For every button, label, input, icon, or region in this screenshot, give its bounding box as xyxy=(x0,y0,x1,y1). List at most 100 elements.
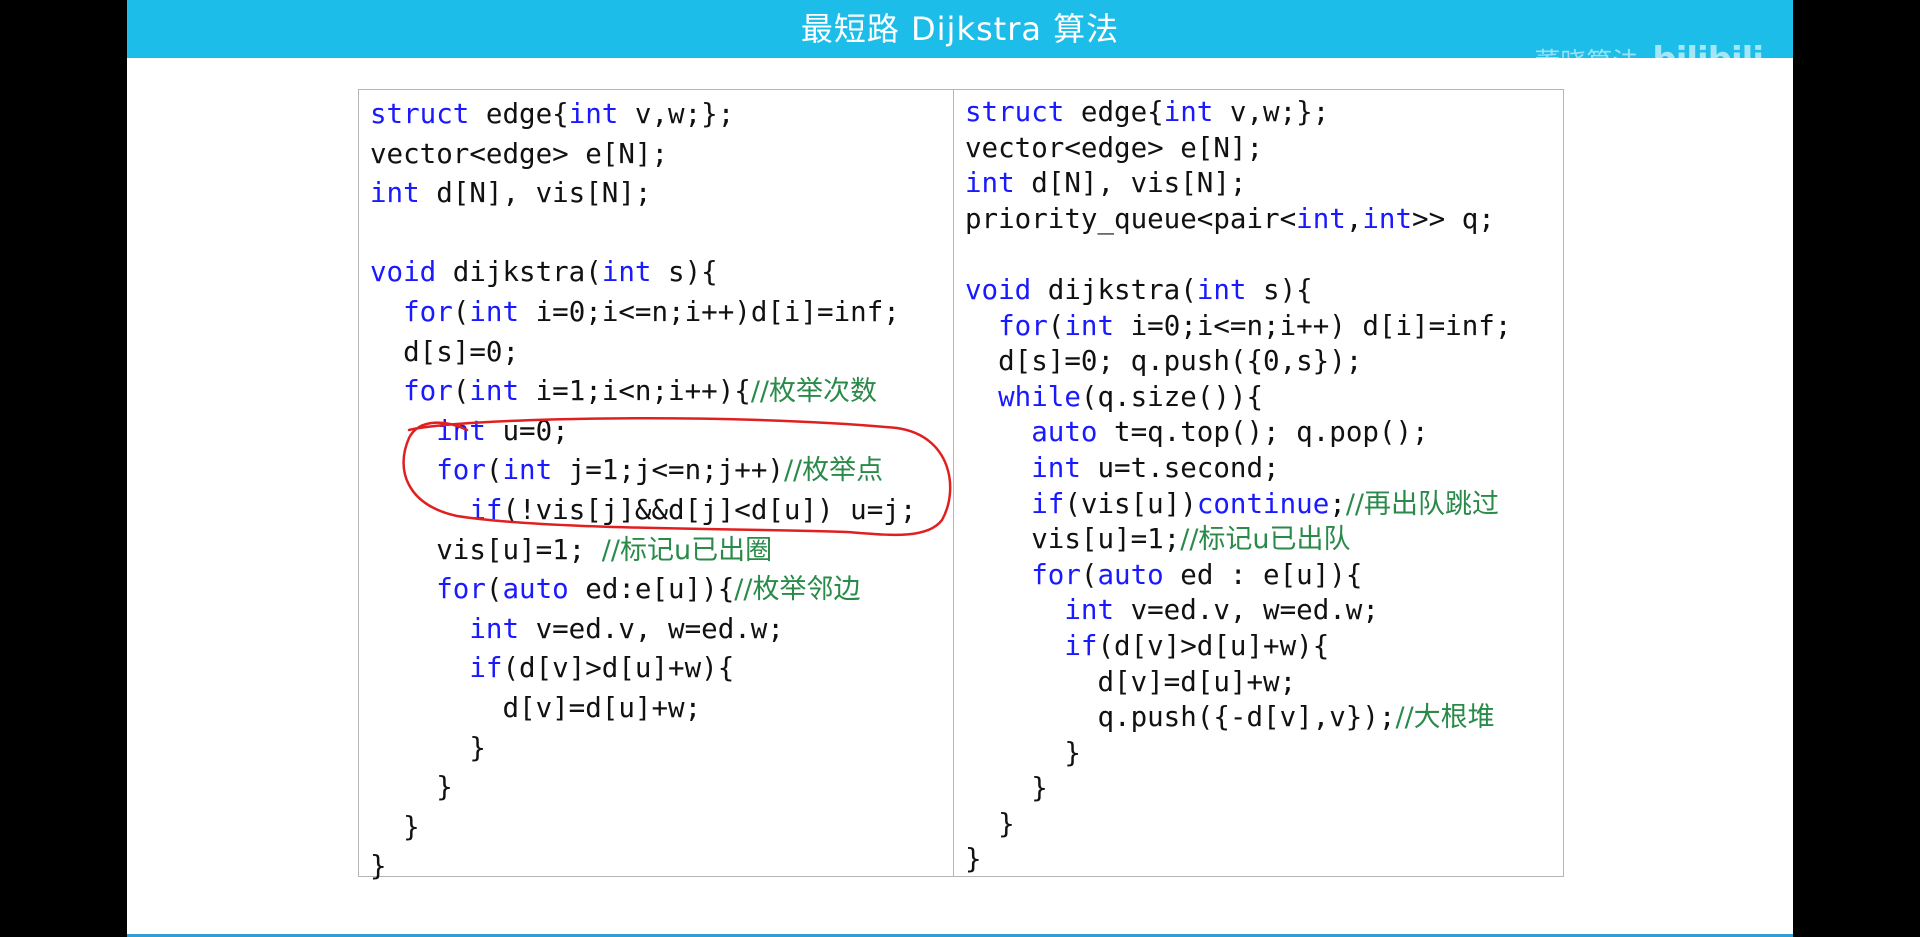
code-text: ed:e[u]){ xyxy=(568,573,735,606)
keyword: int xyxy=(436,414,486,447)
code-text: priority_queue<pair< xyxy=(965,202,1297,235)
code-text: >> q; xyxy=(1412,202,1495,235)
code-line: if(d[v]>d[u]+w){ xyxy=(370,649,916,689)
code-text: u=0; xyxy=(485,414,569,447)
code-text: } xyxy=(370,771,453,804)
code-line: d[v]=d[u]+w; xyxy=(965,665,1511,701)
code-text: ( xyxy=(452,295,470,328)
code-line: void dijkstra(int s){ xyxy=(965,273,1511,309)
keyword: int xyxy=(469,295,520,328)
code-text: } xyxy=(965,772,1048,805)
code-text: dijkstra( xyxy=(1031,273,1197,306)
code-text: (d[v]>d[u]+w){ xyxy=(502,652,735,685)
code-text: vis[u]=1; xyxy=(370,533,602,566)
code-line: } xyxy=(965,771,1511,807)
code-text: ; xyxy=(1329,487,1346,520)
code-text: s){ xyxy=(1246,273,1313,306)
keyword: struct xyxy=(370,98,470,130)
code-line: q.push({-d[v],v});//大根堆 xyxy=(965,700,1511,736)
keyword: if xyxy=(1031,487,1065,520)
code-text: edge{ xyxy=(469,98,569,130)
code-line: int v=ed.v, w=ed.w; xyxy=(965,593,1511,629)
code-text: j=1;j<=n;j++) xyxy=(552,454,784,487)
code-text: i=1;i<n;i++){ xyxy=(519,375,751,408)
code-line: int v=ed.v, w=ed.w; xyxy=(370,610,916,650)
code-line: for(auto ed:e[u]){//枚举邻边 xyxy=(370,570,916,610)
keyword: auto xyxy=(1031,416,1098,449)
code-line: } xyxy=(965,807,1511,843)
code-line: while(q.size()){ xyxy=(965,380,1511,416)
code-line: int d[N], vis[N]; xyxy=(370,174,916,214)
code-text: d[v]=d[u]+w; xyxy=(370,691,702,724)
code-text: t=q.top(); q.pop(); xyxy=(1097,416,1429,449)
code-text: v,w;}; xyxy=(1213,96,1330,128)
code-text: } xyxy=(965,807,1015,840)
code-line: vis[u]=1; //标记u已出圈 xyxy=(370,531,916,571)
code-text: ed : e[u]){ xyxy=(1163,558,1363,591)
code-line: auto t=q.top(); q.pop(); xyxy=(965,415,1511,451)
code-text: ( xyxy=(485,454,503,487)
keyword: for xyxy=(436,573,486,606)
code-comment: //再出队跳过 xyxy=(1345,488,1500,520)
code-line: } xyxy=(370,808,916,848)
code-text: } xyxy=(965,736,1081,769)
code-text: } xyxy=(370,850,387,883)
code-text: u=t.second; xyxy=(1080,451,1280,484)
code-text: d[s]=0; xyxy=(370,335,520,368)
keyword: int xyxy=(502,454,553,487)
code-line: if(d[v]>d[u]+w){ xyxy=(965,629,1511,665)
code-comment: //枚举次数 xyxy=(750,376,878,408)
code-comment: //标记u已出队 xyxy=(1180,524,1351,556)
code-line: int u=t.second; xyxy=(965,451,1511,487)
code-line: priority_queue<pair<int,int>> q; xyxy=(965,202,1511,238)
code-line: d[v]=d[u]+w; xyxy=(370,689,916,729)
code-text: , xyxy=(1345,202,1363,235)
code-text: i=0;i<=n;i++)d[i]=inf; xyxy=(519,295,900,328)
code-line: for(int i=0;i<=n;i++)d[i]=inf; xyxy=(370,293,916,333)
code-line: if(vis[u])continue;//再出队跳过 xyxy=(965,487,1511,523)
keyword: int xyxy=(469,612,520,645)
code-line: } xyxy=(965,736,1511,772)
keyword: while xyxy=(998,380,1081,413)
code-text: d[v]=d[u]+w; xyxy=(965,665,1297,698)
keyword: for xyxy=(998,309,1048,342)
code-text: (!vis[j]&&d[j]<d[u]) u=j; xyxy=(502,493,917,526)
keyword: continue xyxy=(1196,487,1330,520)
code-text: vis[u]=1; xyxy=(965,523,1181,556)
keyword: int xyxy=(1296,202,1346,235)
code-text: v=ed.v, w=ed.w; xyxy=(1114,594,1379,627)
code-line: struct edge{int v,w;}; xyxy=(370,95,916,135)
keyword: void xyxy=(965,273,1032,306)
naive-dijkstra-code-panel: struct edge{int v,w;}; vector<edge> e[N];… xyxy=(358,89,954,882)
code-comment: //枚举点 xyxy=(783,455,884,487)
keyword: auto xyxy=(1097,558,1164,591)
keyword: for xyxy=(403,295,453,328)
code-text: } xyxy=(370,731,486,764)
keyword: if xyxy=(469,652,503,685)
code-line: int d[N], vis[N]; xyxy=(965,166,1511,202)
code-line: for(auto ed : e[u]){ xyxy=(965,558,1511,594)
code-text: v=ed.v, w=ed.w; xyxy=(519,612,784,645)
code-line: void dijkstra(int s){ xyxy=(370,253,916,293)
code-line: d[s]=0; q.push({0,s}); xyxy=(965,344,1511,380)
keyword: if xyxy=(469,493,503,526)
keyword: for xyxy=(403,375,453,408)
keyword: int xyxy=(568,98,619,130)
code-text: (vis[u]) xyxy=(1064,487,1197,520)
naive-dijkstra-code: struct edge{int v,w;}; vector<edge> e[N];… xyxy=(370,95,916,887)
keyword: int xyxy=(1064,594,1115,627)
code-text: (d[v]>d[u]+w){ xyxy=(1097,629,1330,662)
code-line: struct edge{int v,w;}; xyxy=(965,95,1511,131)
